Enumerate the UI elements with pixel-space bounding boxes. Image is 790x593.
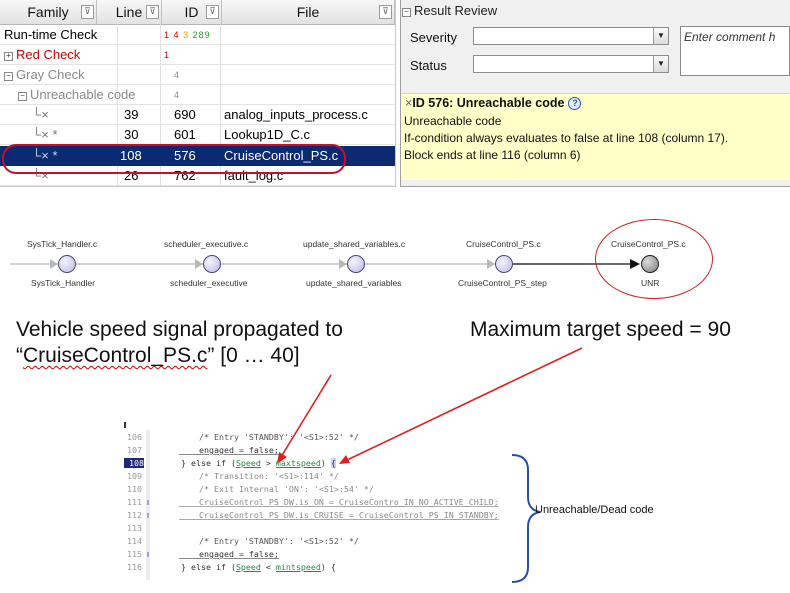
line-number: 116: [127, 562, 142, 572]
line-number: 113: [127, 523, 142, 533]
code-line: CruiseControl_PS_DW.is_CRUISE = CruiseCo…: [179, 510, 499, 520]
line-number-current: 108: [124, 458, 144, 468]
code-line: /* Entry 'STANDBY': '<S1>:52' */: [179, 536, 359, 546]
code-line: /* Entry 'STANDBY': '<S1>:52' */: [179, 432, 359, 442]
gutter-marker: [147, 513, 149, 518]
maxtspeed-variable[interactable]: maxtspeed: [276, 458, 321, 468]
code-line: engaged = false;: [179, 445, 279, 455]
line-number: 109: [127, 471, 142, 481]
code-line: /* Exit Internal 'ON': '<S1>:54' */: [179, 484, 374, 494]
code-line[interactable]: } else if (Speed < mintspeed) {: [171, 562, 336, 572]
code-line-current[interactable]: } else if (Speed > maxtspeed) {: [171, 458, 336, 468]
line-number: 112: [127, 510, 142, 520]
line-number: 111: [127, 497, 142, 507]
gutter-marker: [147, 500, 149, 505]
brace-label: Unreachable/Dead code: [535, 504, 654, 516]
gutter-marker: [147, 552, 149, 557]
code-line: CruiseControl_PS_DW.is_ON = CruiseContro…: [179, 497, 499, 507]
speed-variable[interactable]: Speed: [236, 458, 261, 468]
line-number: 114: [127, 536, 142, 546]
code-gutter: [146, 430, 150, 580]
line-number: 107: [127, 445, 142, 455]
mintspeed-variable[interactable]: mintspeed: [276, 562, 321, 572]
speed-variable[interactable]: Speed: [236, 562, 261, 572]
line-number: 106: [127, 432, 142, 442]
code-line: engaged = false;: [179, 549, 279, 559]
code-line: /* Transition: '<S1>:114' */: [179, 471, 339, 481]
line-number: 115: [127, 549, 142, 559]
line-number: 110: [127, 484, 142, 494]
brace-highlight: {: [330, 458, 336, 468]
cursor-mark: [124, 422, 126, 428]
